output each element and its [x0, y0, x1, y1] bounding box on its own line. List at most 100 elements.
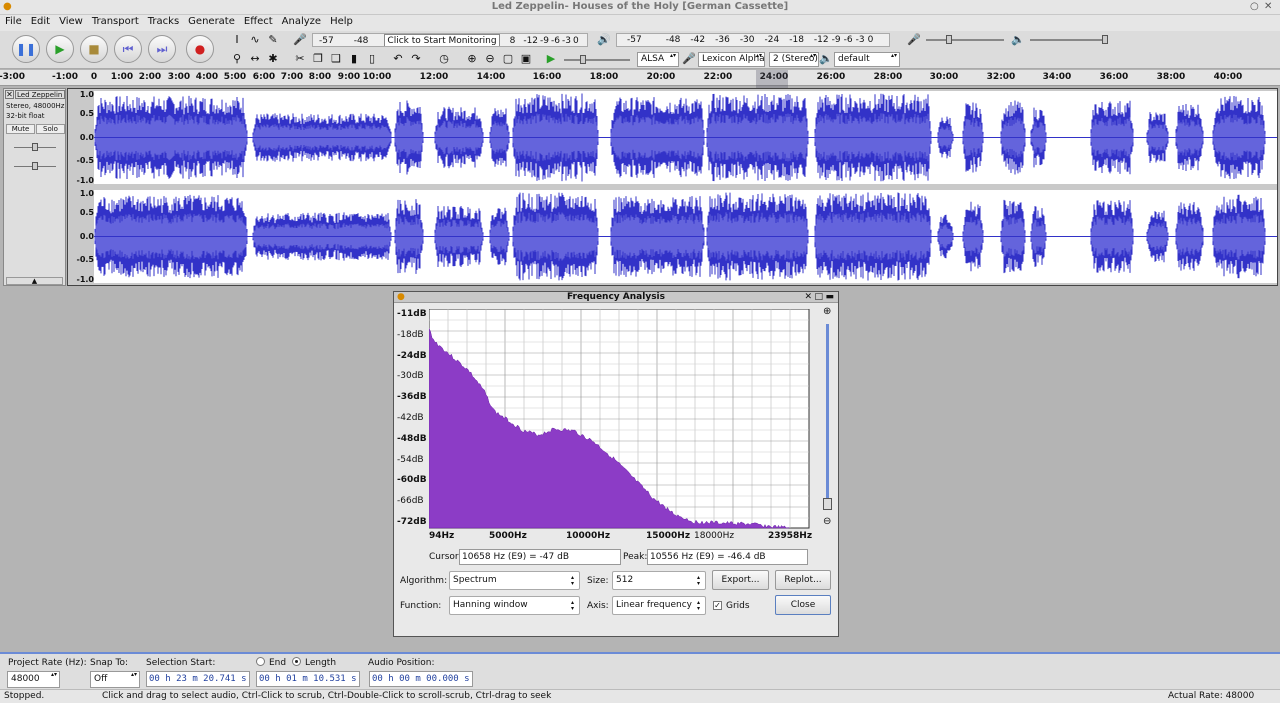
record-meter[interactable]: -57 -48 Click to Start Monitoring 8 -12 -9 -6-… [312, 33, 588, 47]
track-waveform-area[interactable]: 1.0 0.5 0.0 -0.5 -1.0 1.0 0.5 0.0 -0.5 -1.0 [67, 88, 1278, 286]
play-speed-slider[interactable] [564, 55, 630, 64]
mute-button[interactable]: Mute [6, 124, 35, 134]
draw-tool-icon[interactable]: ✎ [265, 33, 281, 47]
length-radio[interactable] [292, 657, 301, 666]
copy-icon[interactable]: ❐ [310, 52, 326, 66]
fit-project-icon[interactable]: ▣ [518, 52, 534, 66]
speaker-device-icon: 🔈 [819, 52, 833, 65]
trim-icon[interactable]: ▮ [346, 52, 362, 66]
pan-slider[interactable] [14, 162, 56, 170]
function-select[interactable]: Hanning window [449, 596, 580, 615]
waveform-right-channel[interactable] [94, 190, 1277, 283]
playback-meter[interactable]: -57 -48 -42 -36 -30 -24 -18 -12 -9 -6 -3 0 [616, 33, 890, 47]
dialog-minimize-icon[interactable]: ▬ [825, 292, 834, 303]
end-radio[interactable] [256, 657, 265, 666]
playback-device-select[interactable]: default [834, 52, 900, 67]
ruler-tick-label: 10:00 [362, 72, 392, 82]
cut-icon[interactable]: ✂ [292, 52, 308, 66]
ruler-tick-label: 34:00 [1042, 72, 1072, 82]
export-button[interactable]: Export... [712, 570, 769, 590]
menu-edit[interactable]: Edit [26, 15, 54, 27]
menu-effect[interactable]: Effect [239, 15, 277, 27]
timeline-ruler[interactable]: -3:00 -1:00 0 1:00 2:00 3:00 4:00 5:00 6:00 7:00 8… [0, 70, 1280, 86]
skip-start-button[interactable]: ⏮ [114, 35, 142, 63]
timeshift-tool-icon[interactable]: ↔ [247, 52, 263, 66]
waveform-left-channel[interactable] [94, 91, 1277, 184]
ruler-tick-label: 38:00 [1156, 72, 1186, 82]
snap-to-select[interactable]: Off [90, 671, 140, 688]
ruler-tick-label: 30:00 [929, 72, 959, 82]
cursor-field: 10658 Hz (E9) = -47 dB [459, 549, 621, 565]
silence-icon[interactable]: ▯ [364, 52, 380, 66]
stop-button[interactable]: ■ [80, 35, 108, 63]
record-volume-slider[interactable] [926, 35, 1004, 44]
multi-tool-icon[interactable]: ✱ [265, 52, 281, 66]
dialog-close-icon[interactable]: ✕ [804, 292, 812, 303]
zoom-tool-icon[interactable]: ⚲ [229, 52, 245, 66]
project-rate-select[interactable]: 48000 [7, 671, 60, 688]
size-select[interactable]: 512 [612, 571, 706, 590]
axis-select[interactable]: Linear frequency [612, 596, 706, 615]
pause-button[interactable]: ❚❚ [12, 35, 40, 63]
play-at-speed-icon[interactable]: ▶ [543, 52, 559, 66]
playback-meter-icon[interactable]: 🔊 [596, 33, 612, 47]
zoom-in-icon[interactable]: ⊕ [823, 306, 831, 317]
menu-tracks[interactable]: Tracks [143, 15, 183, 27]
track-close-button[interactable]: ✕ [5, 90, 14, 99]
size-label: Size: [587, 576, 609, 586]
replot-button[interactable]: Replot... [775, 570, 831, 590]
menu-help[interactable]: Help [325, 15, 357, 27]
envelope-tool-icon[interactable]: ∿ [247, 33, 263, 47]
audio-host-select[interactable]: ALSA [637, 52, 679, 67]
undo-icon[interactable]: ↶ [390, 52, 406, 66]
menu-transport[interactable]: Transport [87, 15, 143, 27]
zoom-out-icon[interactable]: ⊖ [482, 52, 498, 66]
zoom-slider[interactable] [823, 324, 832, 510]
close-icon[interactable]: ✕ [1264, 1, 1272, 12]
skip-end-button[interactable]: ⏭ [148, 35, 176, 63]
snap-to-label: Snap To: [90, 658, 129, 668]
track-name-menu[interactable]: Led Zeppelin▼ [15, 90, 65, 99]
menu-bar: File Edit View Transport Tracks Generate Effec… [0, 15, 1280, 31]
function-label: Function: [400, 601, 442, 611]
zoom-out-icon[interactable]: ⊖ [823, 516, 831, 527]
menu-analyze[interactable]: Analyze [277, 15, 325, 27]
db-axis-label: -36dB [397, 392, 427, 403]
selection-length-field[interactable]: 00 h 01 m 10.531 s [256, 671, 360, 687]
algorithm-select[interactable]: Spectrum [449, 571, 580, 590]
gain-slider[interactable] [14, 143, 56, 151]
collapse-track-button[interactable]: ▲ [6, 277, 63, 285]
amplitude-scale-label: 1.0 [79, 90, 94, 99]
frequency-axis-label: 18000Hz [694, 531, 735, 541]
sync-lock-icon[interactable]: ◷ [436, 52, 452, 66]
fit-selection-icon[interactable]: ▢ [500, 52, 516, 66]
audio-position-field[interactable]: 00 h 00 m 00.000 s [369, 671, 473, 687]
frequency-axis-label: 10000Hz [566, 531, 611, 541]
status-hint: Click and drag to select audio, Ctrl-Cli… [102, 691, 552, 701]
minimize-icon[interactable]: ○ [1250, 1, 1259, 12]
playback-volume-slider[interactable] [1030, 35, 1108, 44]
redo-icon[interactable]: ↷ [408, 52, 424, 66]
dialog-maximize-icon[interactable]: □ [814, 292, 823, 303]
ruler-tick-label: 0 [90, 72, 98, 82]
ruler-tick-label: 9:00 [337, 72, 361, 82]
menu-view[interactable]: View [54, 15, 87, 27]
ruler-tick-label: 36:00 [1099, 72, 1129, 82]
paste-icon[interactable]: ❑ [328, 52, 344, 66]
selection-start-field[interactable]: 00 h 23 m 20.741 s [146, 671, 250, 687]
selection-tool-icon[interactable]: I [229, 33, 245, 47]
frequency-axis-label: 94Hz [429, 531, 455, 541]
spectrum-plot[interactable] [429, 309, 810, 529]
channels-select[interactable]: 2 (Stereo) [769, 52, 819, 67]
grids-checkbox[interactable]: ✓ [713, 601, 722, 610]
menu-file[interactable]: File [0, 15, 26, 27]
record-button[interactable]: ● [186, 35, 214, 63]
recording-device-select[interactable]: Lexicon Alpha [698, 52, 765, 67]
play-button[interactable]: ▶ [46, 35, 74, 63]
close-button[interactable]: Close [775, 595, 831, 615]
record-meter-icon[interactable]: 🎤 [292, 33, 308, 47]
solo-button[interactable]: Solo [36, 124, 65, 134]
waveform-graphic [94, 93, 1277, 182]
zoom-in-icon[interactable]: ⊕ [464, 52, 480, 66]
menu-generate[interactable]: Generate [183, 15, 239, 27]
